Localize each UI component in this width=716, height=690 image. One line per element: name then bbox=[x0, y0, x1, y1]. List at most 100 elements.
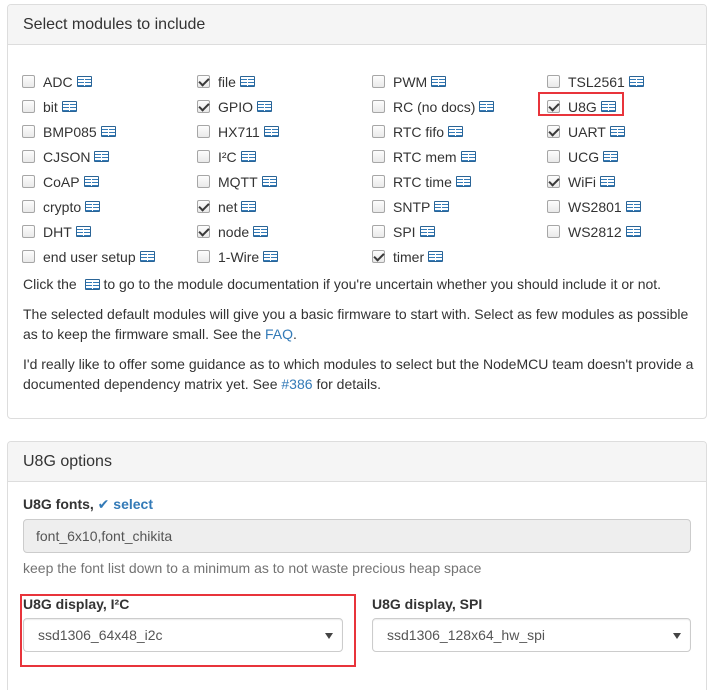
doc-book-icon[interactable] bbox=[85, 201, 101, 212]
module-item[interactable]: CoAP bbox=[22, 169, 197, 194]
doc-book-icon[interactable] bbox=[431, 76, 447, 87]
module-checkbox[interactable] bbox=[547, 200, 560, 213]
doc-book-icon[interactable] bbox=[253, 226, 269, 237]
module-checkbox[interactable] bbox=[197, 175, 210, 188]
module-checkbox[interactable] bbox=[372, 200, 385, 213]
module-item[interactable]: file bbox=[197, 69, 372, 94]
module-checkbox[interactable] bbox=[197, 125, 210, 138]
module-checkbox[interactable] bbox=[197, 100, 210, 113]
module-item[interactable]: net bbox=[197, 194, 372, 219]
module-item[interactable]: timer bbox=[372, 244, 547, 269]
module-checkbox[interactable] bbox=[372, 150, 385, 163]
module-item[interactable]: BMP085 bbox=[22, 119, 197, 144]
module-item[interactable]: RTC fifo bbox=[372, 119, 547, 144]
doc-book-icon[interactable] bbox=[239, 76, 255, 87]
module-checkbox[interactable] bbox=[547, 175, 560, 188]
module-checkbox[interactable] bbox=[22, 225, 35, 238]
module-item[interactable]: UART bbox=[547, 119, 697, 144]
module-item[interactable]: HX711 bbox=[197, 119, 372, 144]
module-checkbox[interactable] bbox=[197, 200, 210, 213]
issue-386-link[interactable]: #386 bbox=[281, 376, 312, 392]
doc-book-icon[interactable] bbox=[479, 101, 495, 112]
module-checkbox[interactable] bbox=[372, 250, 385, 263]
module-checkbox[interactable] bbox=[372, 175, 385, 188]
doc-book-icon[interactable] bbox=[240, 151, 256, 162]
module-checkbox[interactable] bbox=[547, 225, 560, 238]
u8g-display-spi-select[interactable]: ssd1306_128x64_hw_spi bbox=[372, 618, 691, 652]
module-item[interactable]: bit bbox=[22, 94, 197, 119]
module-item[interactable]: 1-Wire bbox=[197, 244, 372, 269]
module-checkbox[interactable] bbox=[372, 100, 385, 113]
doc-book-icon[interactable] bbox=[83, 176, 99, 187]
doc-book-icon[interactable] bbox=[448, 126, 464, 137]
module-item[interactable]: node bbox=[197, 219, 372, 244]
module-checkbox[interactable] bbox=[22, 200, 35, 213]
module-item[interactable]: CJSON bbox=[22, 144, 197, 169]
doc-book-icon[interactable] bbox=[261, 176, 277, 187]
module-checkbox[interactable] bbox=[547, 125, 560, 138]
doc-book-icon[interactable] bbox=[100, 126, 116, 137]
doc-book-icon[interactable] bbox=[434, 201, 450, 212]
doc-book-icon[interactable] bbox=[428, 251, 444, 262]
module-item[interactable]: end user setup bbox=[22, 244, 197, 269]
select-fonts-link[interactable]: ✔ select bbox=[98, 496, 153, 512]
module-item[interactable]: WiFi bbox=[547, 169, 697, 194]
module-checkbox[interactable] bbox=[372, 125, 385, 138]
doc-book-icon[interactable] bbox=[263, 251, 279, 262]
module-item[interactable]: SNTP bbox=[372, 194, 547, 219]
module-item[interactable]: WS2801 bbox=[547, 194, 697, 219]
module-item[interactable]: UCG bbox=[547, 144, 697, 169]
module-item[interactable]: RC (no docs) bbox=[372, 94, 547, 119]
doc-book-icon[interactable] bbox=[628, 76, 644, 87]
module-item[interactable]: TSL2561 bbox=[547, 69, 697, 94]
module-checkbox[interactable] bbox=[22, 150, 35, 163]
doc-book-icon[interactable] bbox=[600, 101, 616, 112]
module-checkbox[interactable] bbox=[22, 250, 35, 263]
doc-book-icon[interactable] bbox=[241, 201, 257, 212]
module-item[interactable]: SPI bbox=[372, 219, 547, 244]
module-item[interactable]: RTC time bbox=[372, 169, 547, 194]
module-label: BMP085 bbox=[43, 123, 97, 140]
doc-book-icon[interactable] bbox=[625, 226, 641, 237]
module-item[interactable]: DHT bbox=[22, 219, 197, 244]
module-checkbox[interactable] bbox=[197, 150, 210, 163]
module-item[interactable]: U8G bbox=[547, 94, 697, 119]
module-checkbox[interactable] bbox=[197, 75, 210, 88]
module-checkbox[interactable] bbox=[22, 125, 35, 138]
module-item[interactable]: ADC bbox=[22, 69, 197, 94]
module-checkbox[interactable] bbox=[197, 250, 210, 263]
doc-book-icon[interactable] bbox=[61, 101, 77, 112]
module-item[interactable]: crypto bbox=[22, 194, 197, 219]
doc-book-icon[interactable] bbox=[419, 226, 435, 237]
module-item[interactable]: I²C bbox=[197, 144, 372, 169]
module-checkbox[interactable] bbox=[22, 175, 35, 188]
module-item[interactable]: GPIO bbox=[197, 94, 372, 119]
doc-book-icon[interactable] bbox=[600, 176, 615, 187]
doc-book-icon[interactable] bbox=[603, 151, 619, 162]
doc-book-icon[interactable] bbox=[94, 151, 110, 162]
module-checkbox[interactable] bbox=[372, 75, 385, 88]
module-item[interactable]: MQTT bbox=[197, 169, 372, 194]
doc-book-icon[interactable] bbox=[460, 151, 476, 162]
module-checkbox[interactable] bbox=[372, 225, 385, 238]
module-checkbox[interactable] bbox=[547, 100, 560, 113]
module-checkbox[interactable] bbox=[547, 150, 560, 163]
module-checkbox[interactable] bbox=[22, 75, 35, 88]
faq-link[interactable]: FAQ bbox=[265, 326, 293, 342]
u8g-fonts-input[interactable]: font_6x10,font_chikita bbox=[23, 519, 691, 553]
module-item[interactable]: WS2812 bbox=[547, 219, 697, 244]
u8g-display-i2c-select[interactable]: ssd1306_64x48_i2c bbox=[23, 618, 343, 652]
module-item[interactable]: RTC mem bbox=[372, 144, 547, 169]
module-checkbox[interactable] bbox=[197, 225, 210, 238]
doc-book-icon[interactable] bbox=[455, 176, 471, 187]
doc-book-icon[interactable] bbox=[139, 251, 155, 262]
module-checkbox[interactable] bbox=[547, 75, 560, 88]
doc-book-icon[interactable] bbox=[609, 126, 625, 137]
module-item[interactable]: PWM bbox=[372, 69, 547, 94]
doc-book-icon[interactable] bbox=[257, 101, 273, 112]
doc-book-icon[interactable] bbox=[625, 201, 641, 212]
module-checkbox[interactable] bbox=[22, 100, 35, 113]
doc-book-icon[interactable] bbox=[263, 126, 279, 137]
doc-book-icon[interactable] bbox=[76, 76, 92, 87]
doc-book-icon[interactable] bbox=[75, 226, 91, 237]
